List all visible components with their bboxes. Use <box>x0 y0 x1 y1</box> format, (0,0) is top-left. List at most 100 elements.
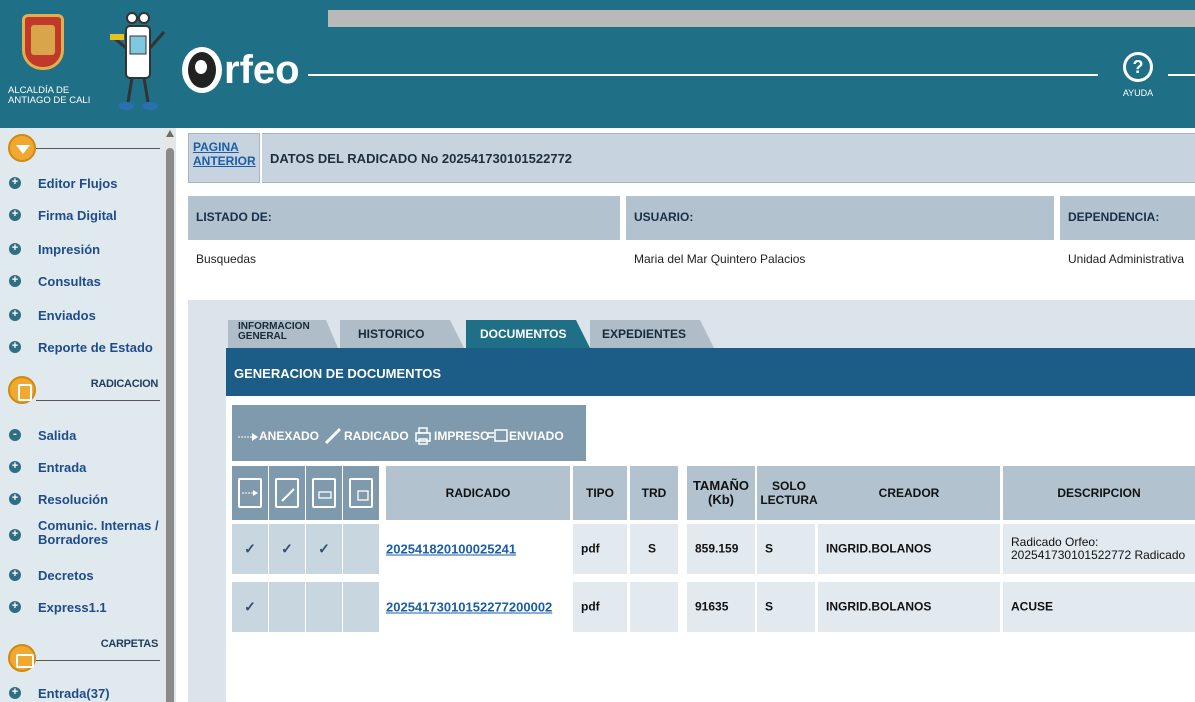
check-enviado <box>343 524 379 574</box>
sidebar-item-resolucion[interactable]: + Resolución <box>0 484 164 516</box>
header-impreso-icon <box>306 466 342 520</box>
sidebar-scrollbar[interactable] <box>164 128 176 702</box>
check-anexado: ✓ <box>232 582 268 632</box>
section-title: CARPETAS <box>100 638 159 650</box>
sidebar-item-express[interactable]: + Express1.1 <box>0 592 164 624</box>
previous-page-line2: ANTERIOR <box>193 154 256 168</box>
city-name-line2: ANTIAGO DE CALI <box>8 95 91 106</box>
sidebar-item-label: Resolución <box>38 492 109 507</box>
sidebar-item-carpeta-entrada[interactable]: + Entrada(37) <box>0 678 164 702</box>
sidebar-item-firma-digital[interactable]: + Firma Digital <box>0 200 164 232</box>
mascot-icon <box>110 12 166 110</box>
printer-icon <box>415 427 431 445</box>
cell-descripcion: Radicado Orfeo: 202541730101522772 Radic… <box>1003 524 1195 574</box>
sidebar-item-decretos[interactable]: + Decretos <box>0 560 164 592</box>
tab-historico[interactable]: HISTORICO <box>340 320 464 348</box>
page-anterior-box: PAGINA ANTERIOR <box>188 133 260 183</box>
tab-documentos[interactable]: DOCUMENTOS <box>466 320 590 348</box>
header-divider-right <box>1168 74 1195 76</box>
sidebar-item-salida[interactable]: - Salida <box>0 420 164 452</box>
cell-tipo-value: pdf <box>581 541 600 556</box>
sidebar-item-consultas[interactable]: + Consultas <box>0 266 164 298</box>
sidebar-item-label: Entrada <box>38 460 87 475</box>
check-icon: ✓ <box>244 540 256 557</box>
header-radicado-label: RADICADO <box>445 486 511 500</box>
legend-anexado: ANEXADO <box>259 429 320 443</box>
cell-radicado: 202541820100025241 <box>379 524 570 574</box>
header: ALCALDÍA DE ANTIAGO DE CALI rfeo ? AYUDA <box>0 0 1195 128</box>
sidebar-item-label: Decretos <box>38 568 94 583</box>
plus-icon: + <box>9 309 21 321</box>
header-tipo-label: TIPO <box>585 486 614 500</box>
sidebar-item-label: Express1.1 <box>38 600 107 615</box>
header-solo-line1: SOLO <box>771 479 806 493</box>
sidebar-section-carpetas[interactable]: CARPETAS <box>0 634 164 672</box>
generacion-title: GENERACION DE DOCUMENTOS <box>234 366 442 381</box>
check-impreso: ✓ <box>306 524 342 574</box>
app-root: ALCALDÍA DE ANTIAGO DE CALI rfeo ? AYUDA… <box>0 0 1195 702</box>
folder-icon[interactable] <box>8 644 36 672</box>
help-label: AYUDA <box>1122 88 1154 98</box>
sidebar-item-enviados[interactable]: + Enviados <box>0 300 164 332</box>
cell-tipo: pdf <box>573 524 627 574</box>
sidebar-item-editor-flujos[interactable]: + Editor Flujos <box>0 168 164 200</box>
help-icon: ? <box>1123 52 1153 82</box>
plus-icon: + <box>9 529 21 541</box>
sidebar-item-label: Editor Flujos <box>38 176 118 191</box>
header-radicado-icon <box>269 466 305 520</box>
document-icon[interactable] <box>8 376 36 404</box>
dependencia-header: DEPENDENCIA: <box>1060 196 1195 240</box>
descripcion-line2: 202541730101522772 Radicado <box>1011 548 1186 562</box>
check-icon: ✓ <box>281 540 293 557</box>
sidebar: + Editor Flujos + Firma Digital + Impres… <box>0 128 176 702</box>
previous-page-link[interactable]: PAGINA ANTERIOR <box>193 140 256 168</box>
sidebar-item-comunic-internas[interactable]: + Comunic. Internas / Borradores <box>0 516 164 556</box>
header-descripcion: DESCRIPCION <box>1003 466 1195 520</box>
check-radicado: ✓ <box>269 524 305 574</box>
sidebar-item-impresion[interactable]: + Impresión <box>0 234 164 266</box>
header-creador: CREADOR <box>818 466 1000 520</box>
check-anexado: ✓ <box>232 524 268 574</box>
city-name: ALCALDÍA DE ANTIAGO DE CALI <box>8 86 108 106</box>
plus-icon: + <box>9 243 21 255</box>
tab-informacion-general[interactable]: INFORMACION GENERAL <box>228 320 338 348</box>
tab-label: DOCUMENTOS <box>480 327 567 341</box>
cell-descripcion: ACUSE <box>1003 582 1195 632</box>
help-button[interactable]: ? AYUDA <box>1108 52 1168 120</box>
header-enviado-icon <box>343 466 379 520</box>
sidebar-item-reporte-estado[interactable]: + Reporte de Estado <box>0 332 164 364</box>
tab-expedientes[interactable]: EXPEDIENTES <box>590 320 714 348</box>
usuario-value: Maria del Mar Quintero Palacios <box>634 252 806 266</box>
cell-creador-value: INGRID.BOLANOS <box>826 599 932 614</box>
plus-icon: + <box>9 569 21 581</box>
cell-creador-value: INGRID.BOLANOS <box>826 541 932 556</box>
generacion-header: GENERACION DE DOCUMENTOS <box>226 348 1195 396</box>
shield-icon <box>22 14 64 70</box>
sidebar-item-label: Consultas <box>38 274 101 289</box>
scroll-up-icon[interactable] <box>166 130 174 137</box>
chevron-down-icon[interactable] <box>8 134 36 162</box>
plus-icon: + <box>9 687 21 699</box>
previous-page-line1: PAGINA <box>193 140 239 154</box>
header-solo-lectura: SOLO LECTURA <box>757 466 821 520</box>
sidebar-item-label-line2: Borradores <box>38 532 109 547</box>
sidebar-item-entrada[interactable]: + Entrada <box>0 452 164 484</box>
plus-icon: + <box>9 177 21 189</box>
sidebar-section-menu[interactable] <box>0 132 164 168</box>
sidebar-section-radicacion[interactable]: RADICACION <box>0 374 164 410</box>
header-creador-label: CREADOR <box>878 486 940 500</box>
legend-enviado: ENVIADO <box>509 429 564 443</box>
scroll-thumb[interactable] <box>166 148 174 702</box>
radicado-link[interactable]: 202541820100025241 <box>386 542 516 557</box>
radicado-title-bar: DATOS DEL RADICADO No 202541730101522772 <box>262 133 1195 183</box>
city-logo: ALCALDÍA DE ANTIAGO DE CALI <box>0 0 170 128</box>
plus-icon: + <box>9 461 21 473</box>
cell-tamano: 91635 <box>687 582 755 632</box>
orfeo-logo: rfeo <box>182 40 300 100</box>
listado-value: Busquedas <box>196 252 257 266</box>
header-radicado: RADICADO <box>386 466 570 520</box>
radicado-link[interactable]: 20254173010152277200002 <box>386 600 552 615</box>
sidebar-item-label: Reporte de Estado <box>38 340 153 355</box>
table-row: ✓ 20254173010152277200002 pdf 91635 S IN… <box>232 582 1195 632</box>
section-title: RADICACION <box>90 378 159 390</box>
